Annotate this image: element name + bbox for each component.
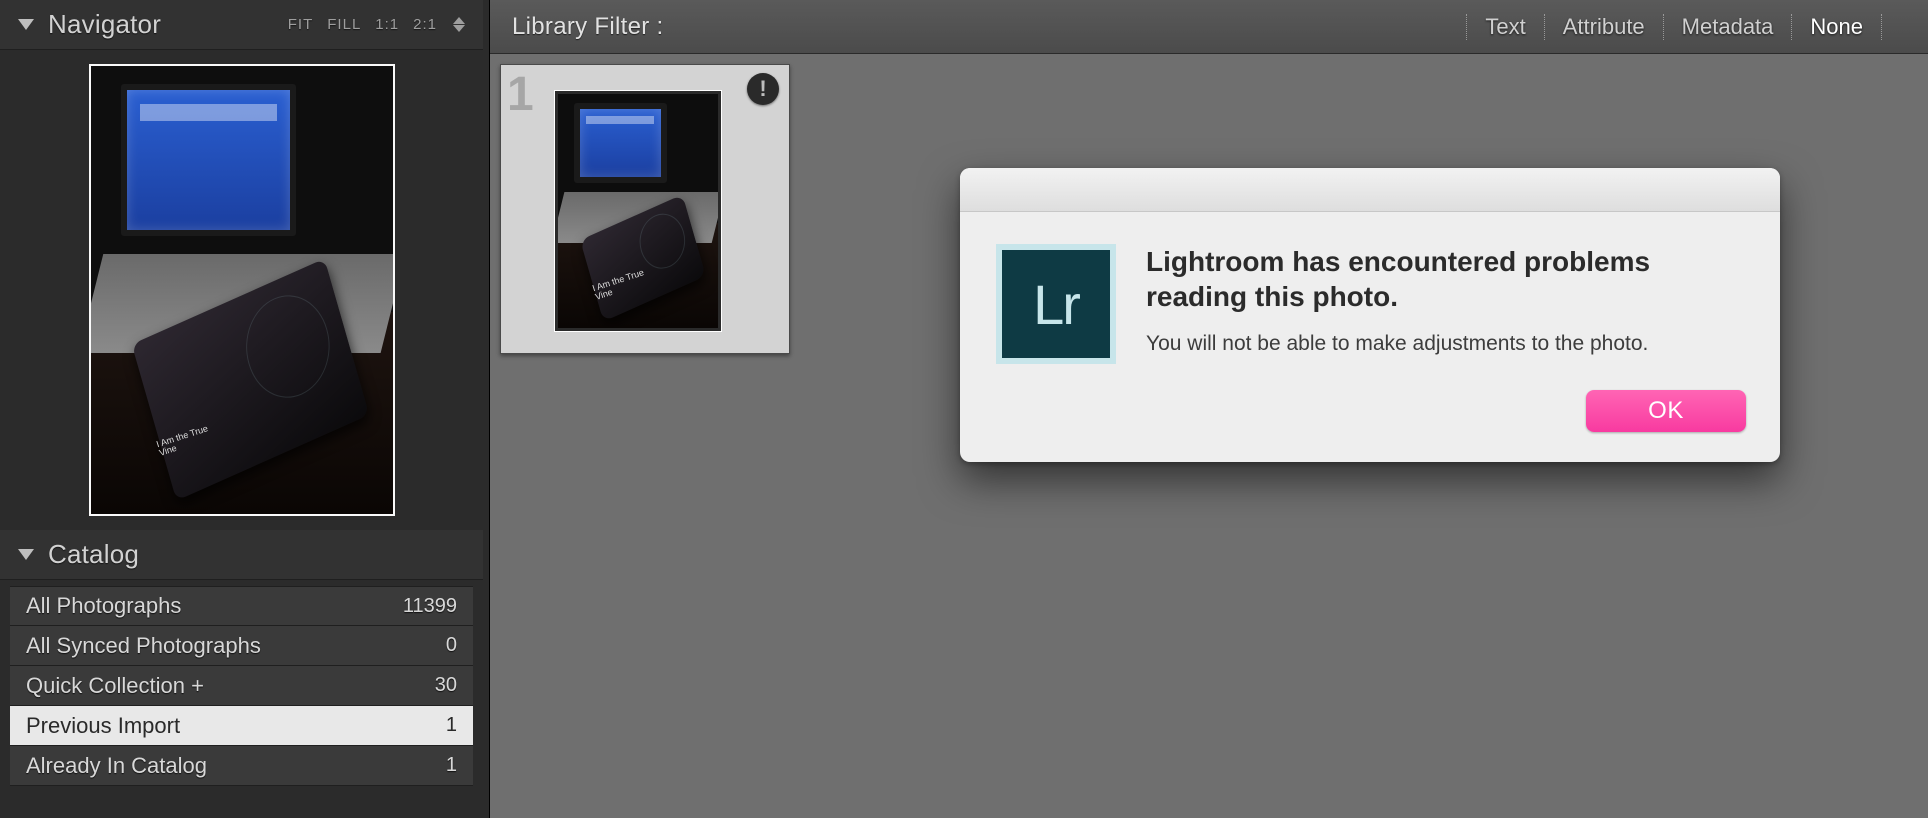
catalog-item-count: 1 — [446, 714, 457, 737]
warning-badge-icon[interactable]: ! — [747, 73, 779, 105]
dialog-message: You will not be able to make adjustments… — [1146, 332, 1744, 356]
separator-icon — [1663, 14, 1664, 40]
catalog-item-all-photographs[interactable]: All Photographs 11399 — [10, 586, 473, 626]
error-dialog: Lr Lightroom has encountered problems re… — [960, 168, 1780, 462]
catalog-item-label: All Photographs — [26, 593, 403, 619]
separator-icon — [1881, 14, 1882, 40]
dialog-heading: Lightroom has encountered problems readi… — [1146, 244, 1744, 314]
catalog-title: Catalog — [48, 539, 465, 570]
navigator-preview-area: I Am the True Vine — [0, 50, 483, 530]
chevron-up-icon[interactable] — [453, 17, 465, 24]
chevron-down-icon[interactable] — [453, 25, 465, 32]
filter-metadata[interactable]: Metadata — [1678, 14, 1778, 40]
catalog-item-quick-collection[interactable]: Quick Collection + 30 — [10, 666, 473, 706]
dialog-text: Lightroom has encountered problems readi… — [1146, 244, 1744, 364]
thumbnail-image[interactable]: I Am the True Vine — [555, 91, 721, 331]
navigator-panel-header[interactable]: Navigator FIT FILL 1:1 2:1 — [0, 0, 483, 50]
lightroom-logo-icon: Lr — [996, 244, 1116, 364]
filter-attribute[interactable]: Attribute — [1559, 14, 1649, 40]
catalog-item-all-synced[interactable]: All Synced Photographs 0 — [10, 626, 473, 666]
catalog-panel-header[interactable]: Catalog — [0, 530, 483, 580]
navigator-title: Navigator — [48, 9, 288, 40]
thumbnail-index: 1 — [507, 67, 534, 122]
filter-text[interactable]: Text — [1481, 14, 1529, 40]
main-area: Library Filter : Text Attribute Metadata… — [490, 0, 1928, 818]
filter-none[interactable]: None — [1806, 14, 1867, 40]
ok-button[interactable]: OK — [1586, 390, 1746, 432]
left-sidebar: Navigator FIT FILL 1:1 2:1 I Am the True… — [0, 0, 490, 818]
catalog-item-count: 1 — [446, 754, 457, 777]
navigator-preview[interactable]: I Am the True Vine — [89, 64, 395, 516]
dialog-titlebar[interactable] — [960, 168, 1780, 212]
catalog-item-previous-import[interactable]: Previous Import 1 — [10, 706, 473, 746]
library-filter-bar: Library Filter : Text Attribute Metadata… — [490, 0, 1928, 54]
navigator-zoom-controls: FIT FILL 1:1 2:1 — [288, 16, 465, 33]
separator-icon — [1544, 14, 1545, 40]
thumbnail-cell[interactable]: 1 ! I Am the True Vine — [500, 64, 790, 354]
catalog-list: All Photographs 11399 All Synced Photogr… — [0, 580, 483, 796]
separator-icon — [1791, 14, 1792, 40]
zoom-2to1[interactable]: 2:1 — [413, 16, 437, 33]
catalog-item-count: 11399 — [403, 595, 457, 618]
catalog-item-label: Already In Catalog — [26, 753, 446, 779]
zoom-fit[interactable]: FIT — [288, 16, 314, 33]
dialog-actions: OK — [960, 390, 1780, 462]
separator-icon — [1466, 14, 1467, 40]
catalog-item-already-in-catalog[interactable]: Already In Catalog 1 — [10, 746, 473, 786]
catalog-item-count: 0 — [446, 634, 457, 657]
zoom-fill[interactable]: FILL — [327, 16, 361, 33]
catalog-item-label: All Synced Photographs — [26, 633, 446, 659]
disclosure-triangle-icon[interactable] — [18, 19, 34, 30]
library-filter-options: Text Attribute Metadata None — [1452, 14, 1896, 40]
disclosure-triangle-icon[interactable] — [18, 549, 34, 560]
preview-image: I Am the True Vine — [91, 66, 393, 514]
zoom-1to1[interactable]: 1:1 — [375, 16, 399, 33]
thumb-image-content: I Am the True Vine — [558, 94, 718, 328]
catalog-item-count: 30 — [435, 674, 457, 697]
catalog-item-label: Quick Collection + — [26, 673, 435, 699]
dialog-body: Lr Lightroom has encountered problems re… — [960, 212, 1780, 390]
catalog-item-label: Previous Import — [26, 713, 446, 739]
lightroom-logo-text: Lr — [1033, 272, 1079, 337]
library-filter-title: Library Filter : — [512, 13, 1452, 41]
zoom-stepper[interactable] — [453, 17, 465, 32]
